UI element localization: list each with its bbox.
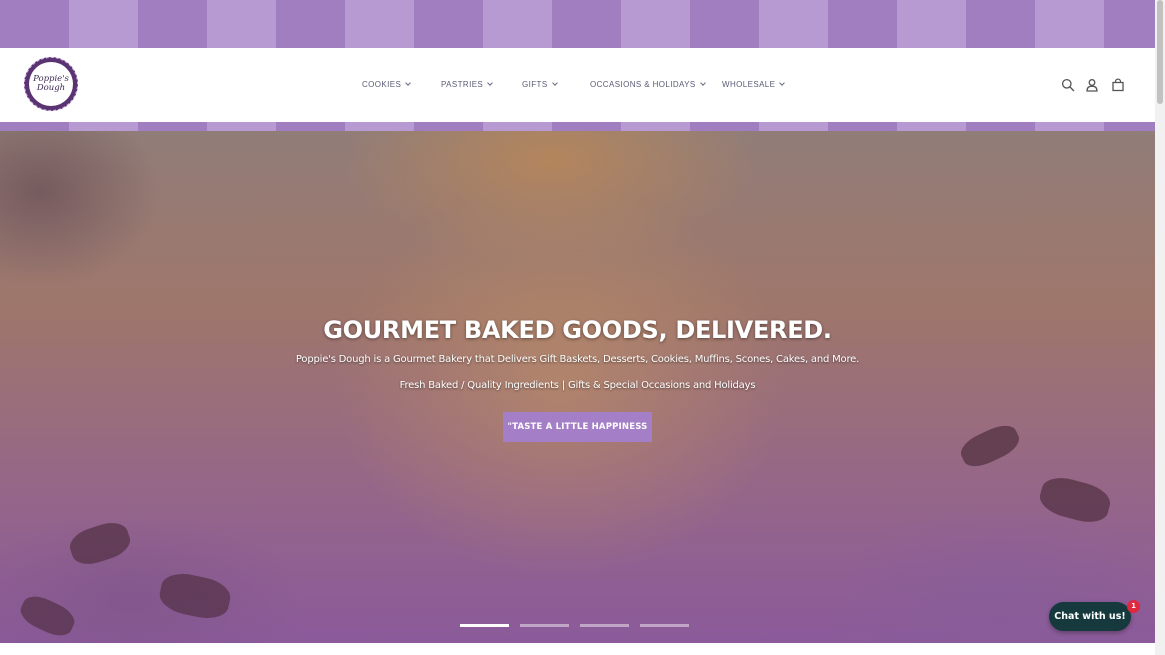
hero-slideshow: GOURMET BAKED GOODS, DELIVERED. Poppie's…	[0, 131, 1155, 643]
nav-item-label: COOKIES	[362, 80, 402, 89]
decorative-stripe-divider	[0, 122, 1155, 131]
search-icon[interactable]	[1061, 78, 1075, 92]
site-header: Poppie's Dough COOKIES PASTRIES GIFTS OC…	[0, 48, 1155, 122]
page-content-start	[0, 643, 1155, 655]
nav-item-wholesale[interactable]: WHOLESALE	[722, 80, 786, 89]
nav-item-cookies[interactable]: COOKIES	[362, 80, 412, 89]
chevron-down-icon	[405, 80, 412, 86]
hero-subtitle: Poppie's Dough is a Gourmet Bakery that …	[295, 354, 860, 365]
chevron-down-icon	[699, 80, 706, 86]
chevron-down-icon	[551, 80, 558, 86]
taste-happiness-button[interactable]: "TASTE A LITTLE HAPPINESS	[503, 412, 652, 442]
nav-item-gifts[interactable]: GIFTS	[522, 80, 558, 89]
brand-logo[interactable]: Poppie's Dough	[24, 57, 78, 111]
scrollbar-thumb[interactable]	[1157, 0, 1163, 104]
nav-item-label: PASTRIES	[441, 80, 484, 89]
logo-text: Poppie's Dough	[29, 62, 73, 106]
nav-item-label: WHOLESALE	[722, 80, 776, 89]
nav-item-label: OCCASIONS & HOLIDAYS	[590, 80, 696, 89]
nav-item-occasions-holidays[interactable]: OCCASIONS & HOLIDAYS	[590, 80, 706, 89]
slide-indicator-3[interactable]	[580, 624, 629, 627]
hero-tagline: Fresh Baked / Quality Ingredients | Gift…	[399, 380, 756, 391]
account-icon[interactable]	[1085, 78, 1099, 92]
decorative-stripe-top	[0, 0, 1155, 48]
slide-indicator-4[interactable]	[640, 624, 689, 627]
chevron-down-icon	[779, 80, 786, 86]
chat-notification-badge: 1	[1127, 600, 1140, 613]
slide-indicator-1[interactable]	[460, 624, 509, 627]
hero-title: GOURMET BAKED GOODS, DELIVERED.	[323, 316, 832, 344]
cart-icon[interactable]	[1111, 78, 1125, 92]
slide-indicator-2[interactable]	[520, 624, 569, 627]
page-scrollbar[interactable]	[1155, 0, 1165, 655]
chat-button[interactable]: Chat with us!	[1049, 602, 1131, 631]
nav-item-label: GIFTS	[522, 80, 548, 89]
nav-item-pastries[interactable]: PASTRIES	[441, 80, 494, 89]
chevron-down-icon	[487, 80, 494, 86]
